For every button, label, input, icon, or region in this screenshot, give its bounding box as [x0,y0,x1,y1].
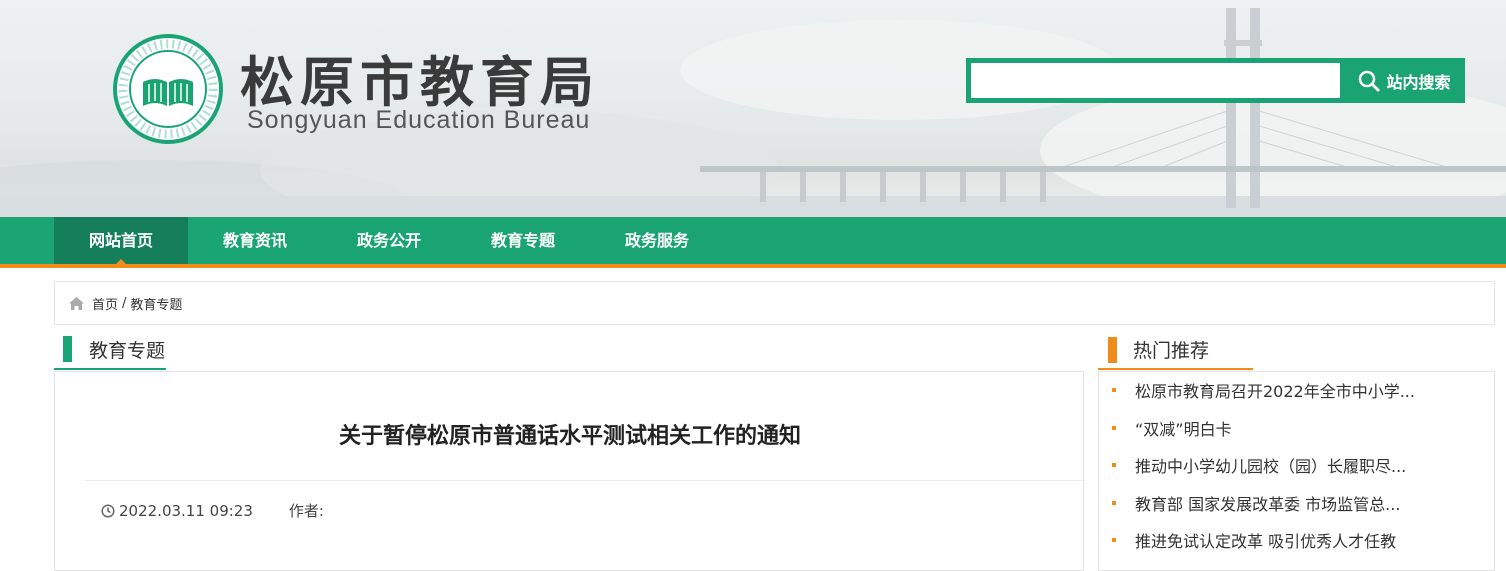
article-meta: 2022.03.11 09:23 作者: [101,500,324,521]
bullet-icon [1112,538,1116,542]
section-header: 教育专题 [54,334,1084,370]
section-underline [54,368,166,370]
section-title: 教育专题 [89,340,166,362]
list-item-label: 推进免试认定改革 吸引优秀人才任教 [1135,532,1397,551]
search-button[interactable]: 站内搜索 [1344,58,1465,103]
sidebar-underline [1098,368,1253,370]
list-item-label: “双减”明白卡 [1135,419,1232,439]
list-item-label: 推动中小学幼儿园校（园）长履职尽... [1135,457,1407,476]
list-item[interactable]: “双减”明白卡 [1099,414,1494,452]
article-date: 2022.03.11 09:23 [119,501,253,520]
breadcrumb-home-link[interactable]: 首页 [92,294,118,313]
list-item-label: 松原市教育局召开2022年全市中小学... [1135,382,1415,401]
list-item[interactable]: 推动中小学幼儿园校（园）长履职尽... [1099,451,1494,489]
site-subtitle: Songyuan Education Bureau [247,106,591,134]
clock-icon [101,503,115,518]
article-author-label: 作者: [288,502,324,520]
hot-recommend-list: 松原市教育局召开2022年全市中小学... “双减”明白卡 推动中小学幼儿园校（… [1098,371,1495,571]
bullet-icon [1112,388,1116,392]
section-marker [63,336,72,362]
search-button-label: 站内搜索 [1386,72,1451,92]
article-title: 关于暂停松原市普通话水平测试相关工作的通知 [338,424,801,449]
list-item[interactable]: 推进免试认定改革 吸引优秀人才任教 [1099,526,1494,564]
home-icon [69,296,84,310]
bridge-scenery-image [0,8,1506,217]
main-nav: 网站首页 教育资讯 政务公开 教育专题 政务服务 [0,217,1506,268]
list-item[interactable]: 松原市教育局召开2022年全市中小学... [1099,376,1494,414]
sidebar-marker [1108,337,1117,363]
nav-item-education-news[interactable]: 教育资讯 [188,217,322,264]
nav-item-home[interactable]: 网站首页 [54,217,188,264]
article-panel: 关于暂停松原市普通话水平测试相关工作的通知 2022.03.11 09:23 作… [54,371,1085,571]
nav-item-government-services[interactable]: 政务服务 [590,217,724,264]
bullet-icon [1112,425,1116,430]
breadcrumb-current-link[interactable]: 教育专题 [130,294,182,313]
sidebar-title: 热门推荐 [1133,340,1210,362]
header-banner: 松原市教育局 Songyuan Education Bureau 站内搜索 [0,0,1506,217]
breadcrumb: 首页 / 教育专题 [54,281,1495,325]
list-item[interactable]: 教育部 国家发展改革委 市场监管总... [1099,489,1494,527]
search-box: 站内搜索 [966,58,1465,103]
bureau-logo [113,34,223,144]
list-item-label: 教育部 国家发展改革委 市场监管总... [1135,494,1401,514]
bullet-icon [1112,500,1116,505]
breadcrumb-separator: / [122,295,127,311]
search-input[interactable] [971,63,1340,98]
nav-item-education-topics[interactable]: 教育专题 [456,217,590,264]
article-divider [85,480,1085,481]
sidebar-header: 热门推荐 [1098,334,1495,370]
search-icon [1359,70,1380,91]
bullet-icon [1112,463,1116,467]
nav-item-government-affairs[interactable]: 政务公开 [322,217,456,264]
